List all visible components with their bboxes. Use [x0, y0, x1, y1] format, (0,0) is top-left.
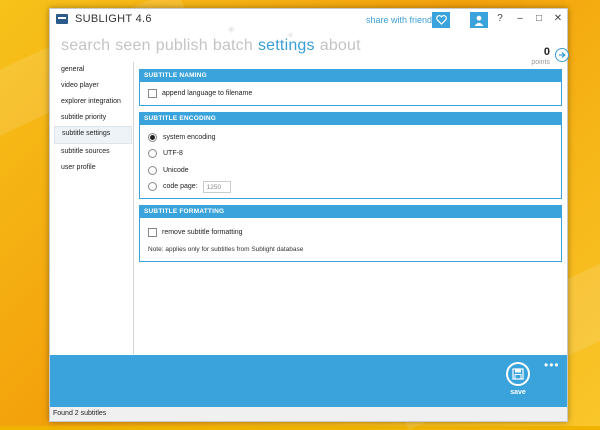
status-bar: Found 2 subtitles [50, 407, 567, 421]
user-account-button[interactable] [470, 12, 488, 28]
subtitle-formatting-section: SUBTITLE FORMATTING remove subtitle form… [139, 205, 562, 262]
points-label: points [531, 59, 550, 66]
sidebar-item-general[interactable]: general [54, 62, 132, 78]
points-counter: 0 points [520, 46, 550, 66]
maximize-button[interactable]: □ [531, 13, 547, 24]
encoding-radio-utf8[interactable] [148, 149, 157, 159]
status-text: Found 2 subtitles [53, 410, 107, 417]
help-button[interactable]: ? [492, 13, 508, 24]
remove-formatting-label: remove subtitle formatting [162, 228, 243, 236]
save-icon [512, 368, 524, 380]
encoding-option-unicode[interactable]: Unicode [148, 162, 553, 179]
sidebar-item-explorer-integration[interactable]: explorer integration [54, 94, 132, 110]
encoding-label-unicode: Unicode [163, 166, 189, 174]
section-title: SUBTITLE NAMING [140, 70, 561, 82]
tab-settings[interactable]: settings [258, 37, 315, 54]
settings-sidebar: general video player explorer integratio… [54, 62, 132, 176]
tab-about[interactable]: about [320, 37, 361, 54]
settings-content: SUBTITLE NAMING append language to filen… [139, 69, 562, 268]
user-icon [474, 15, 484, 26]
formatting-note: Note: applies only for subtitles from Su… [148, 246, 304, 253]
sidebar-item-video-player[interactable]: video player [54, 78, 132, 94]
points-value: 0 [543, 46, 550, 58]
append-language-option[interactable]: append language to filename [148, 86, 553, 100]
tab-publish[interactable]: publish [156, 37, 208, 54]
sidebar-item-subtitle-priority[interactable]: subtitle priority [54, 110, 132, 126]
tab-search[interactable]: search [61, 37, 110, 54]
main-nav: search seen publish batch settings about [61, 37, 366, 55]
heart-icon [435, 15, 447, 25]
sidebar-item-subtitle-settings[interactable]: subtitle settings [54, 126, 132, 144]
code-page-input[interactable]: 1250 [202, 180, 231, 193]
append-language-label: append language to filename [162, 89, 253, 97]
tab-batch[interactable]: batch [213, 37, 253, 54]
snowflake-icon: ✳ [227, 25, 236, 36]
remove-formatting-option[interactable]: remove subtitle formatting [148, 225, 553, 239]
encoding-label-system: system encoding [163, 133, 216, 141]
encoding-label-codepage: code page: [163, 183, 198, 191]
encoding-option-system[interactable]: system encoding [148, 129, 553, 146]
share-link[interactable]: share with friends [366, 15, 437, 25]
encoding-radio-system[interactable] [148, 132, 157, 142]
app-logo-icon [56, 14, 68, 24]
app-window: SUBLIGHT 4.6 share with friends ? – □ ✕ … [49, 8, 569, 422]
action-bar: save ••• [50, 355, 567, 407]
arrow-right-icon [559, 52, 566, 58]
remove-formatting-checkbox[interactable] [148, 227, 157, 237]
title-bar: SUBLIGHT 4.6 share with friends ? – □ ✕ [50, 9, 567, 31]
subtitle-encoding-section: SUBTITLE ENCODING system encoding UTF-8 … [139, 112, 562, 199]
encoding-radio-codepage[interactable] [148, 182, 157, 192]
sidebar-divider [133, 62, 134, 354]
save-label: save [510, 389, 526, 396]
tab-seen[interactable]: seen [115, 37, 151, 54]
encoding-option-utf8[interactable]: UTF-8 [148, 146, 553, 163]
section-title: SUBTITLE ENCODING [140, 113, 561, 125]
append-language-checkbox[interactable] [148, 88, 157, 98]
sidebar-item-user-profile[interactable]: user profile [54, 160, 132, 176]
next-button[interactable] [555, 48, 569, 62]
encoding-radio-unicode[interactable] [148, 165, 157, 175]
encoding-label-utf8: UTF-8 [163, 150, 183, 158]
window-title: SUBLIGHT 4.6 [75, 13, 152, 25]
sidebar-item-subtitle-sources[interactable]: subtitle sources [54, 144, 132, 160]
more-options-button[interactable]: ••• [544, 358, 560, 372]
share-heart-button[interactable] [432, 12, 450, 28]
encoding-option-codepage[interactable]: code page: 1250 [148, 179, 553, 196]
minimize-button[interactable]: – [512, 13, 528, 24]
save-button[interactable]: save [506, 362, 532, 402]
subtitle-naming-section: SUBTITLE NAMING append language to filen… [139, 69, 562, 106]
close-button[interactable]: ✕ [550, 13, 566, 24]
section-title: SUBTITLE FORMATTING [140, 206, 561, 218]
